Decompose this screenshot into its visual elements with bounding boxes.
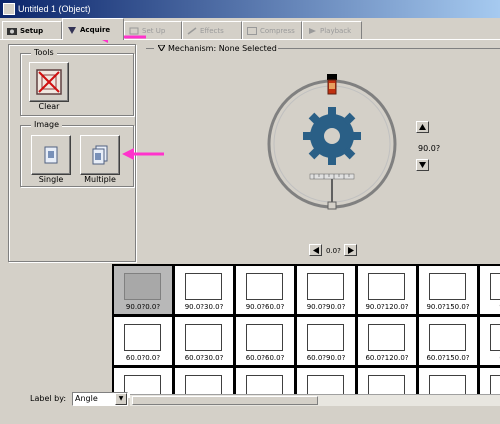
tab-acquire[interactable]: Acquire	[62, 18, 124, 40]
thumbnail-cell[interactable]: 60.0?0.0?	[114, 317, 172, 365]
multiple-label: Multiple	[84, 175, 116, 184]
thumbnail-label: 90.0?150.0?	[426, 303, 470, 311]
thumbnail-image	[246, 273, 283, 300]
thumbnail-image	[490, 324, 500, 351]
thumbnail-cell[interactable]: 90.0?120.0?	[358, 266, 416, 314]
arrow-right-icon	[347, 246, 354, 254]
compress-icon	[247, 26, 257, 35]
tab-effects[interactable]: Effects	[182, 21, 242, 39]
thumbnail-label: 60.0?30.0?	[184, 354, 224, 362]
thumbnail-label: 60.0?0.0?	[125, 354, 161, 362]
thumbnail-image	[307, 273, 344, 300]
angle-up-button[interactable]	[416, 121, 429, 133]
thumbnail-label: 60.0?60.0?	[245, 354, 285, 362]
single-label: Single	[38, 175, 64, 184]
mechanism-title: Mechanism: None Selected	[168, 44, 277, 53]
tab-strip: Setup Acquire Set Up Effects Compress Pl…	[0, 18, 500, 40]
thumbnail-label: 90.0?30.0?	[184, 303, 224, 311]
thumbnail-image	[368, 324, 405, 351]
thumbnail-image	[429, 324, 466, 351]
camera-icon	[7, 27, 17, 35]
thumbnail-image	[124, 273, 161, 300]
tab-playback[interactable]: Playback	[302, 21, 362, 39]
thumbnail-label: 90.0?	[480, 303, 500, 311]
tab-acquire-label: Acquire	[80, 25, 111, 34]
arrow-up-icon	[419, 124, 426, 130]
image-title: Image	[31, 120, 63, 129]
thumbnail-image	[307, 324, 344, 351]
window-title: Untitled 1 (Object)	[18, 4, 91, 14]
thumbnail-cell[interactable]: 60.0?150.0?	[419, 317, 477, 365]
tab-compress[interactable]: Compress	[242, 21, 302, 39]
angle-value: 90.0?	[418, 144, 441, 153]
tab-setup[interactable]: Setup	[2, 21, 62, 39]
thumbnail-grid: 90.0?0.0? 90.0?30.0? 90.0?60.0? 90.0?90.0? 9…	[112, 264, 500, 398]
mechanism-diagram	[267, 74, 397, 210]
thumbnail-label: 60.0?150.0?	[426, 354, 470, 362]
thumbnail-image	[124, 324, 161, 351]
thumbnail-cell[interactable]: 90.0?60.0?	[236, 266, 294, 314]
title-bar: Untitled 1 (Object)	[0, 0, 500, 18]
camera-marker-icon[interactable]	[327, 74, 337, 95]
multiple-image-icon	[92, 145, 108, 165]
mechanism-header: Mechanism: None Selected	[146, 44, 500, 54]
thumbnail-cell[interactable]: 90.0?30.0?	[175, 266, 233, 314]
thumbnail-label: 90.0?120.0?	[365, 303, 409, 311]
thumbnail-label: 60.0?120.0?	[365, 354, 409, 362]
label-by-label: Label by:	[30, 394, 67, 403]
rotate-left-button[interactable]	[309, 244, 322, 256]
thumbnail-image	[429, 273, 466, 300]
tab-compress-label: Compress	[260, 26, 295, 35]
thumbnail-cell[interactable]: 60.0?30.0?	[175, 317, 233, 365]
clear-label: Clear	[38, 102, 60, 111]
scrollbar-thumb[interactable]	[132, 396, 318, 405]
thumbnail-image	[246, 324, 283, 351]
thumbnail-cell[interactable]: 90.0?90.0?	[297, 266, 355, 314]
horizontal-scrollbar[interactable]	[130, 394, 500, 406]
tab-effects-label: Effects	[200, 26, 224, 35]
thumbnail-label: 60.0?90.0?	[306, 354, 346, 362]
thumbnail-cell[interactable]: 90.0?150.0?	[419, 266, 477, 314]
thumbnail-image	[185, 273, 222, 300]
tab-playback-label: Playback	[320, 26, 352, 35]
playback-icon	[307, 27, 317, 35]
bottom-bar: Label by: Angle ▼	[0, 390, 500, 424]
gear-icon	[303, 107, 361, 165]
single-image-icon	[44, 146, 58, 164]
thumbnail-cell[interactable]: 60.0?90.0?	[297, 317, 355, 365]
rotate-right-button[interactable]	[344, 244, 357, 256]
thumbnail-cell[interactable]: 90.0?0.0?	[114, 266, 172, 314]
collapse-triangle-icon[interactable]	[158, 45, 165, 51]
thumbnail-cell[interactable]: 60.0?60.0?	[236, 317, 294, 365]
single-button[interactable]	[31, 135, 71, 175]
arrow-down-icon	[419, 162, 426, 168]
acquire-icon	[67, 26, 77, 34]
mechanism-rule-left	[146, 48, 154, 49]
multiple-button[interactable]	[80, 135, 120, 175]
thumbnail-label: 90.0?60.0?	[245, 303, 285, 311]
tools-title: Tools	[31, 48, 57, 57]
annotation-arrow-multiple	[122, 148, 164, 160]
label-by-value: Angle	[75, 394, 98, 403]
effects-icon	[187, 26, 197, 35]
mechanism-rule-right	[278, 48, 500, 49]
thumbnail-cell[interactable]: 60.0?	[480, 317, 500, 365]
thumbnail-label: 90.0?0.0?	[125, 303, 161, 311]
app-icon	[3, 3, 15, 15]
clear-icon	[36, 69, 62, 95]
thumbnail-label: 60.0?	[480, 354, 500, 362]
angle-down-button[interactable]	[416, 159, 429, 171]
chevron-down-icon[interactable]: ▼	[115, 393, 127, 405]
thumbnail-label: 90.0?90.0?	[306, 303, 346, 311]
thumbnail-image	[490, 273, 500, 300]
rotation-value: 0.0?	[326, 247, 341, 255]
thumbnail-image	[368, 273, 405, 300]
thumbnail-cell[interactable]: 90.0?	[480, 266, 500, 314]
label-by-select[interactable]: Angle ▼	[72, 392, 128, 406]
arrow-left-icon	[312, 246, 319, 254]
clear-button[interactable]	[29, 62, 69, 102]
thumbnail-image	[185, 324, 222, 351]
tab-setup-label: Setup	[20, 26, 44, 35]
thumbnail-cell[interactable]: 60.0?120.0?	[358, 317, 416, 365]
